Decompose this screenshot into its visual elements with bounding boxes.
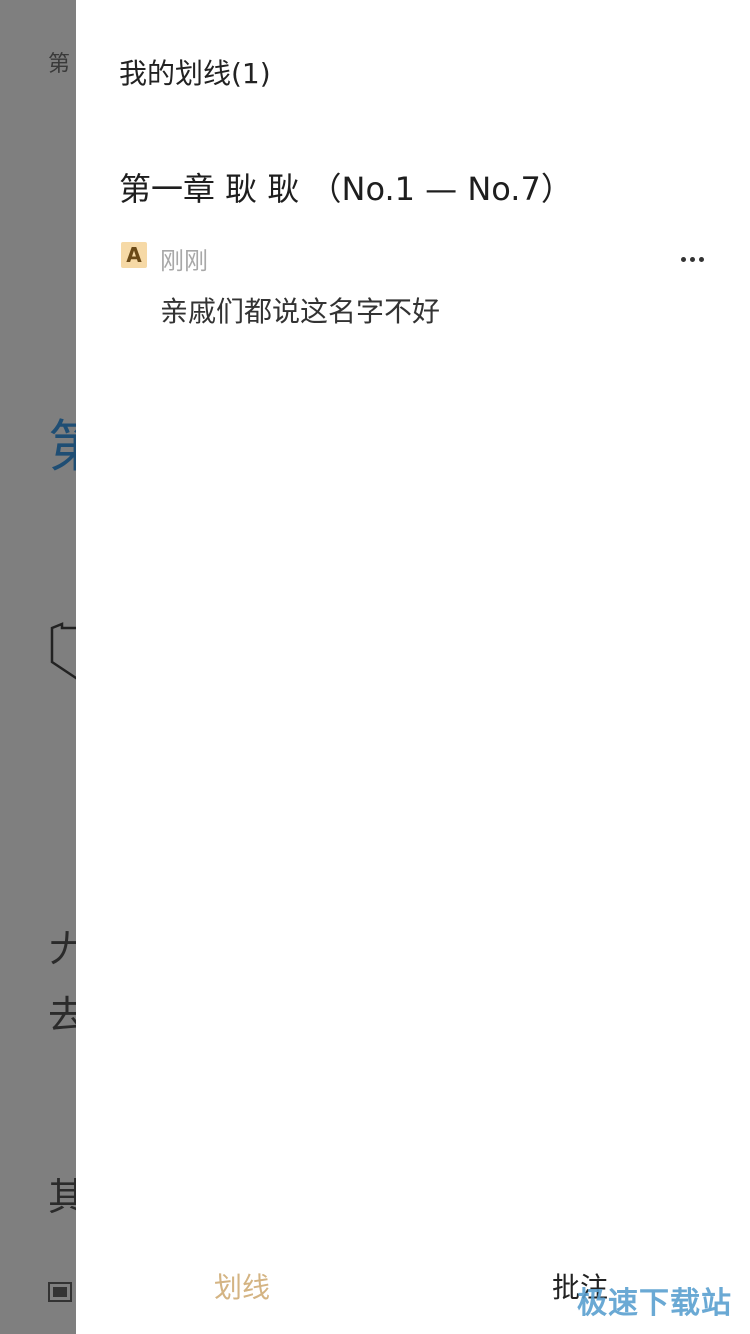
dot-icon — [698, 256, 704, 262]
reader-header-fragment: 第 — [48, 52, 71, 77]
note-timestamp: 刚刚 — [160, 247, 208, 275]
dot-icon — [689, 256, 695, 262]
drawer-title: 我的划线(1) — [119, 57, 271, 90]
highlights-drawer: 我的划线(1) 第一章 耿 耿 （No.1 — No.7） A 刚刚 亲戚们都说… — [76, 0, 750, 1334]
highlight-text[interactable]: 亲戚们都说这名字不好 — [160, 290, 440, 330]
chapter-title: 第一章 耿 耿 （No.1 — No.7） — [119, 170, 573, 208]
dot-icon — [680, 256, 686, 262]
more-options-button[interactable] — [672, 244, 712, 274]
note-icon — [48, 1282, 72, 1302]
highlight-style-icon: A — [121, 242, 147, 268]
tab-highlights[interactable]: 划线 — [214, 1266, 270, 1306]
watermark-logo: 极速下载站 — [577, 1286, 732, 1321]
